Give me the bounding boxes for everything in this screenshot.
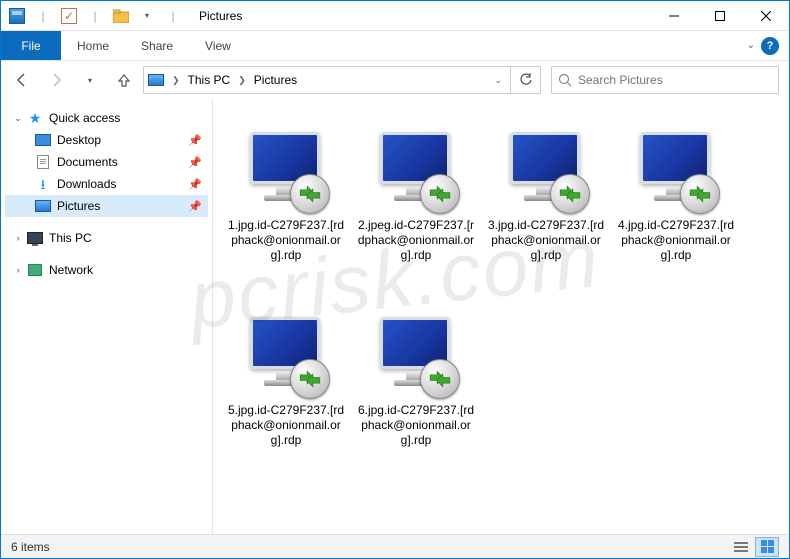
file-name-label: 5.jpg.id-C279F237.[rdphack@onionmail.org… <box>223 403 349 448</box>
maximize-button[interactable] <box>697 1 743 31</box>
nav-up-button[interactable] <box>109 66 139 94</box>
sidebar-label: This PC <box>49 231 208 245</box>
rdp-file-icon <box>369 304 464 399</box>
breadcrumb-item-thispc[interactable]: This PC <box>184 73 235 87</box>
properties-icon[interactable]: ✓ <box>57 4 81 28</box>
search-box[interactable] <box>551 66 779 94</box>
status-bar: 6 items <box>1 534 789 558</box>
chevron-right-icon[interactable]: › <box>11 265 25 275</box>
sidebar-label: Desktop <box>57 133 186 147</box>
window-controls <box>651 1 789 31</box>
tab-view[interactable]: View <box>189 31 247 60</box>
file-name-label: 2.jpeg.id-C279F237.[rdphack@onionmail.or… <box>353 218 479 263</box>
sidebar-label: Pictures <box>57 199 186 213</box>
app-icon <box>5 4 29 28</box>
search-icon <box>558 73 572 87</box>
file-item[interactable]: 1.jpg.id-C279F237.[rdphack@onionmail.org… <box>221 113 351 298</box>
ribbon-collapse-icon[interactable]: ⌄ <box>747 40 755 51</box>
qat-separator-2: | <box>83 4 107 28</box>
sidebar-item-downloads[interactable]: ⭳ Downloads 📌 <box>5 173 208 195</box>
main-area: ⌄ ★ Quick access Desktop 📌 Documents 📌 ⭳… <box>1 99 789 536</box>
rdp-badge-icon <box>420 174 460 214</box>
view-details-button[interactable] <box>729 537 753 557</box>
sidebar-label: Documents <box>57 155 186 169</box>
rdp-file-icon <box>369 119 464 214</box>
pin-icon: 📌 <box>188 156 202 169</box>
qat-separator: | <box>31 4 55 28</box>
refresh-button[interactable] <box>511 66 541 94</box>
help-icon[interactable]: ? <box>761 37 779 55</box>
file-item[interactable]: 2.jpeg.id-C279F237.[rdphack@onionmail.or… <box>351 113 481 298</box>
breadcrumb-item-pictures[interactable]: Pictures <box>250 73 301 87</box>
chevron-right-icon[interactable]: ❯ <box>172 75 180 86</box>
file-name-label: 3.jpg.id-C279F237.[rdphack@onionmail.org… <box>483 218 609 263</box>
rdp-badge-icon <box>290 359 330 399</box>
rdp-badge-icon <box>550 174 590 214</box>
sidebar-item-quick-access[interactable]: ⌄ ★ Quick access <box>5 107 208 129</box>
pc-icon <box>27 230 43 246</box>
file-tab[interactable]: File <box>1 31 61 60</box>
file-item[interactable]: 3.jpg.id-C279F237.[rdphack@onionmail.org… <box>481 113 611 298</box>
titlebar: | ✓ | ▾ | Pictures <box>1 1 789 31</box>
rdp-badge-icon <box>680 174 720 214</box>
breadcrumb[interactable]: ❯ This PC ❯ Pictures ⌄ <box>143 66 511 94</box>
chevron-down-icon[interactable]: ⌄ <box>494 75 502 86</box>
new-folder-icon[interactable] <box>109 4 133 28</box>
window-title: Pictures <box>199 9 242 23</box>
sidebar-label: Downloads <box>57 177 186 191</box>
quick-access-toolbar: | ✓ | ▾ | <box>1 4 189 28</box>
sidebar-item-network[interactable]: › Network <box>5 259 208 281</box>
file-item[interactable]: 6.jpg.id-C279F237.[rdphack@onionmail.org… <box>351 298 481 483</box>
rdp-file-icon <box>499 119 594 214</box>
chevron-right-icon[interactable]: ❯ <box>238 75 246 86</box>
file-name-label: 6.jpg.id-C279F237.[rdphack@onionmail.org… <box>353 403 479 448</box>
file-name-label: 4.jpg.id-C279F237.[rdphack@onionmail.org… <box>613 218 739 263</box>
chevron-right-icon[interactable]: › <box>11 233 25 243</box>
sidebar-item-this-pc[interactable]: › This PC <box>5 227 208 249</box>
rdp-file-icon <box>239 119 334 214</box>
tab-home[interactable]: Home <box>61 31 125 60</box>
item-count-label: 6 items <box>11 540 50 554</box>
star-icon: ★ <box>27 110 43 126</box>
rdp-badge-icon <box>420 359 460 399</box>
desktop-icon <box>35 132 51 148</box>
nav-back-button[interactable] <box>7 66 37 94</box>
download-icon: ⭳ <box>35 176 51 192</box>
file-item[interactable]: 4.jpg.id-C279F237.[rdphack@onionmail.org… <box>611 113 741 298</box>
nav-recent-dropdown[interactable]: ▾ <box>75 66 105 94</box>
sidebar-label: Quick access <box>49 111 208 125</box>
sidebar: ⌄ ★ Quick access Desktop 📌 Documents 📌 ⭳… <box>1 99 213 536</box>
rdp-file-icon <box>629 119 724 214</box>
nav-forward-button[interactable] <box>41 66 71 94</box>
network-icon <box>27 262 43 278</box>
rdp-badge-icon <box>290 174 330 214</box>
close-button[interactable] <box>743 1 789 31</box>
tab-share[interactable]: Share <box>125 31 189 60</box>
sidebar-item-pictures[interactable]: Pictures 📌 <box>5 195 208 217</box>
file-name-label: 1.jpg.id-C279F237.[rdphack@onionmail.org… <box>223 218 349 263</box>
ribbon: File Home Share View ⌄ ? <box>1 31 789 61</box>
search-input[interactable] <box>578 73 772 87</box>
sidebar-label: Network <box>49 263 208 277</box>
document-icon <box>35 154 51 170</box>
view-large-icons-button[interactable] <box>755 537 779 557</box>
qat-dropdown-icon[interactable]: ▾ <box>135 4 159 28</box>
sidebar-item-desktop[interactable]: Desktop 📌 <box>5 129 208 151</box>
pictures-icon <box>35 198 51 214</box>
location-icon <box>148 72 164 88</box>
qat-separator-3: | <box>161 4 185 28</box>
file-list[interactable]: 1.jpg.id-C279F237.[rdphack@onionmail.org… <box>213 99 789 536</box>
pin-icon: 📌 <box>188 134 202 147</box>
rdp-file-icon <box>239 304 334 399</box>
pin-icon: 📌 <box>188 200 202 213</box>
navigation-row: ▾ ❯ This PC ❯ Pictures ⌄ <box>1 61 789 99</box>
sidebar-item-documents[interactable]: Documents 📌 <box>5 151 208 173</box>
pin-icon: 📌 <box>188 178 202 191</box>
minimize-button[interactable] <box>651 1 697 31</box>
chevron-down-icon[interactable]: ⌄ <box>11 113 25 124</box>
file-item[interactable]: 5.jpg.id-C279F237.[rdphack@onionmail.org… <box>221 298 351 483</box>
